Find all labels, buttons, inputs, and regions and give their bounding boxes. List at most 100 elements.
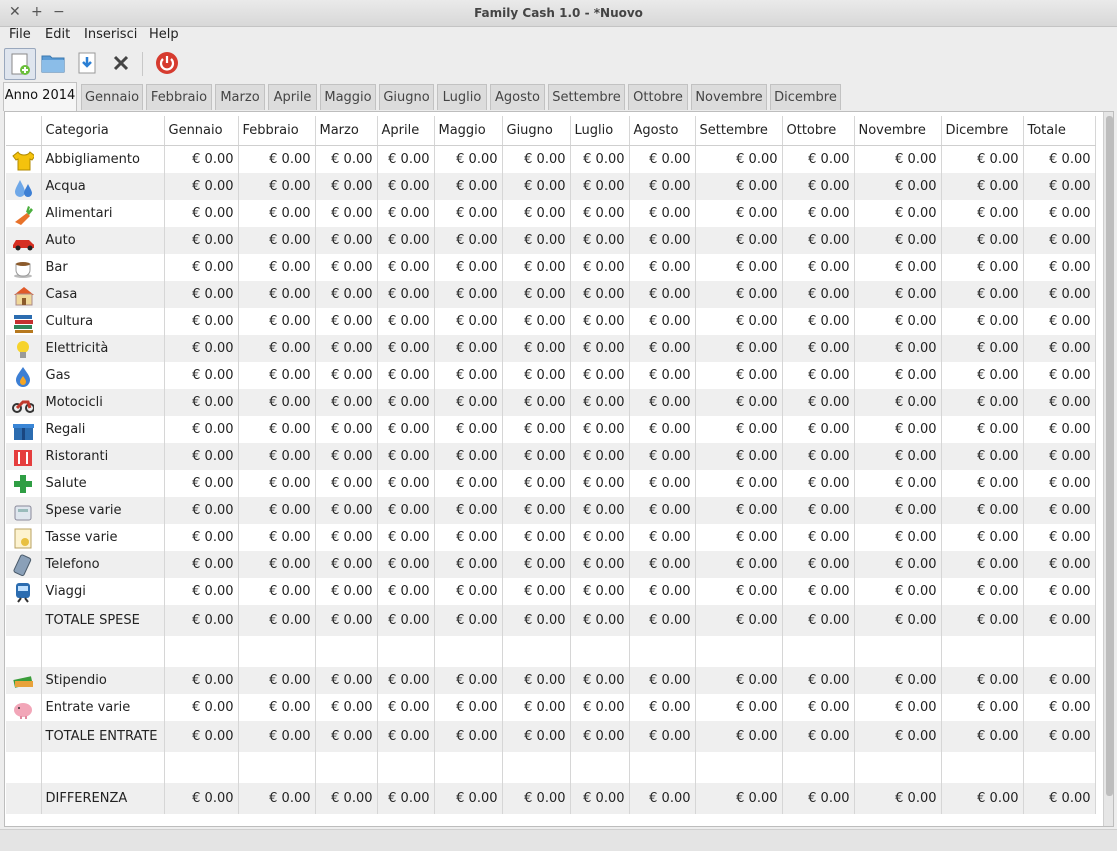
amount-cell[interactable]: € 0.00 xyxy=(570,145,630,173)
amount-cell[interactable]: € 0.00 xyxy=(854,281,942,308)
amount-cell[interactable]: € 0.00 xyxy=(695,721,783,752)
amount-cell[interactable]: € 0.00 xyxy=(238,524,316,551)
amount-cell[interactable]: € 0.00 xyxy=(782,497,855,524)
amount-cell[interactable]: € 0.00 xyxy=(164,227,239,254)
open-button[interactable] xyxy=(38,48,68,78)
amount-cell[interactable]: € 0.00 xyxy=(377,416,435,443)
menu-inserisci[interactable]: Inserisci xyxy=(84,27,137,42)
amount-cell[interactable]: € 0.00 xyxy=(570,389,630,416)
amount-cell[interactable]: € 0.00 xyxy=(502,200,571,227)
amount-cell[interactable]: € 0.00 xyxy=(629,145,696,173)
amount-cell[interactable]: € 0.00 xyxy=(629,667,696,694)
amount-cell[interactable]: € 0.00 xyxy=(695,227,783,254)
amount-cell[interactable]: € 0.00 xyxy=(164,281,239,308)
amount-cell[interactable]: € 0.00 xyxy=(238,497,316,524)
amount-cell[interactable]: € 0.00 xyxy=(377,227,435,254)
amount-cell[interactable]: € 0.00 xyxy=(782,335,855,362)
amount-cell[interactable]: € 0.00 xyxy=(695,362,783,389)
tab-dicembre[interactable]: Dicembre xyxy=(770,84,841,110)
amount-cell[interactable]: € 0.00 xyxy=(1023,335,1096,362)
amount-cell[interactable]: € 0.00 xyxy=(315,578,378,605)
amount-cell[interactable]: € 0.00 xyxy=(695,551,783,578)
amount-cell[interactable]: € 0.00 xyxy=(941,783,1024,814)
amount-cell[interactable]: € 0.00 xyxy=(629,308,696,335)
amount-cell[interactable]: € 0.00 xyxy=(695,470,783,497)
amount-cell[interactable]: € 0.00 xyxy=(570,443,630,470)
amount-cell[interactable]: € 0.00 xyxy=(854,173,942,200)
column-header[interactable]: Luglio xyxy=(570,116,630,146)
amount-cell[interactable]: € 0.00 xyxy=(1023,667,1096,694)
amount-cell[interactable]: € 0.00 xyxy=(502,524,571,551)
menu-help[interactable]: Help xyxy=(149,27,179,42)
amount-cell[interactable]: € 0.00 xyxy=(315,145,378,173)
amount-cell[interactable]: € 0.00 xyxy=(941,173,1024,200)
amount-cell[interactable]: € 0.00 xyxy=(1023,694,1096,721)
amount-cell[interactable]: € 0.00 xyxy=(315,308,378,335)
amount-cell[interactable]: € 0.00 xyxy=(782,694,855,721)
amount-cell[interactable]: € 0.00 xyxy=(854,416,942,443)
amount-cell[interactable]: € 0.00 xyxy=(941,497,1024,524)
amount-cell[interactable]: € 0.00 xyxy=(854,605,942,636)
amount-cell[interactable]: € 0.00 xyxy=(315,667,378,694)
amount-cell[interactable]: € 0.00 xyxy=(854,362,942,389)
amount-cell[interactable]: € 0.00 xyxy=(570,227,630,254)
table-row[interactable]: Stipendio € 0.00 € 0.00 € 0.00 € 0.00 € 0.00 €… xyxy=(6,667,1096,694)
amount-cell[interactable]: € 0.00 xyxy=(782,200,855,227)
amount-cell[interactable]: € 0.00 xyxy=(570,362,630,389)
amount-cell[interactable]: € 0.00 xyxy=(570,200,630,227)
table-row[interactable]: Entrate varie € 0.00 € 0.00 € 0.00 € 0.00 € 0… xyxy=(6,694,1096,721)
column-header[interactable]: Giugno xyxy=(502,116,571,146)
amount-cell[interactable]: € 0.00 xyxy=(629,783,696,814)
amount-cell[interactable]: € 0.00 xyxy=(941,721,1024,752)
amount-cell[interactable]: € 0.00 xyxy=(629,694,696,721)
amount-cell[interactable]: € 0.00 xyxy=(434,721,503,752)
amount-cell[interactable]: € 0.00 xyxy=(434,227,503,254)
amount-cell[interactable]: € 0.00 xyxy=(315,200,378,227)
amount-cell[interactable]: € 0.00 xyxy=(1023,605,1096,636)
table-row[interactable]: Acqua € 0.00 € 0.00 € 0.00 € 0.00 € 0.00 € 0.0… xyxy=(6,173,1096,200)
amount-cell[interactable]: € 0.00 xyxy=(941,416,1024,443)
amount-cell[interactable]: € 0.00 xyxy=(695,605,783,636)
amount-cell[interactable]: € 0.00 xyxy=(238,721,316,752)
amount-cell[interactable]: € 0.00 xyxy=(1023,389,1096,416)
amount-cell[interactable]: € 0.00 xyxy=(1023,254,1096,281)
amount-cell[interactable]: € 0.00 xyxy=(238,783,316,814)
amount-cell[interactable]: € 0.00 xyxy=(941,200,1024,227)
amount-cell[interactable]: € 0.00 xyxy=(941,308,1024,335)
amount-cell[interactable]: € 0.00 xyxy=(238,227,316,254)
amount-cell[interactable]: € 0.00 xyxy=(377,605,435,636)
amount-cell[interactable]: € 0.00 xyxy=(434,173,503,200)
amount-cell[interactable]: € 0.00 xyxy=(695,443,783,470)
amount-cell[interactable]: € 0.00 xyxy=(854,145,942,173)
amount-cell[interactable]: € 0.00 xyxy=(434,416,503,443)
column-header[interactable]: Marzo xyxy=(315,116,378,146)
amount-cell[interactable]: € 0.00 xyxy=(570,470,630,497)
amount-cell[interactable]: € 0.00 xyxy=(315,783,378,814)
amount-cell[interactable]: € 0.00 xyxy=(315,497,378,524)
table-row[interactable]: Bar € 0.00 € 0.00 € 0.00 € 0.00 € 0.00 € 0.00 €… xyxy=(6,254,1096,281)
differenza-row[interactable]: DIFFERENZA € 0.00 € 0.00 € 0.00 € 0.00 € 0.00… xyxy=(6,783,1096,814)
table-row[interactable]: Viaggi € 0.00 € 0.00 € 0.00 € 0.00 € 0.00 € 0.… xyxy=(6,578,1096,605)
table-row[interactable]: Spese varie € 0.00 € 0.00 € 0.00 € 0.00 € 0.0… xyxy=(6,497,1096,524)
amount-cell[interactable]: € 0.00 xyxy=(315,443,378,470)
tab-maggio[interactable]: Maggio xyxy=(320,84,376,110)
amount-cell[interactable]: € 0.00 xyxy=(434,200,503,227)
amount-cell[interactable]: € 0.00 xyxy=(434,524,503,551)
vertical-scrollbar[interactable] xyxy=(1103,112,1113,826)
amount-cell[interactable]: € 0.00 xyxy=(377,524,435,551)
amount-cell[interactable]: € 0.00 xyxy=(854,389,942,416)
tab-giugno[interactable]: Giugno xyxy=(379,84,434,110)
amount-cell[interactable]: € 0.00 xyxy=(1023,227,1096,254)
amount-cell[interactable]: € 0.00 xyxy=(854,551,942,578)
amount-cell[interactable]: € 0.00 xyxy=(695,254,783,281)
amount-cell[interactable]: € 0.00 xyxy=(695,524,783,551)
amount-cell[interactable]: € 0.00 xyxy=(570,783,630,814)
amount-cell[interactable]: € 0.00 xyxy=(164,497,239,524)
amount-cell[interactable]: € 0.00 xyxy=(695,145,783,173)
amount-cell[interactable]: € 0.00 xyxy=(434,694,503,721)
amount-cell[interactable]: € 0.00 xyxy=(315,362,378,389)
amount-cell[interactable]: € 0.00 xyxy=(377,362,435,389)
total-spese-row[interactable]: TOTALE SPESE € 0.00 € 0.00 € 0.00 € 0.00 € 0.… xyxy=(6,605,1096,636)
amount-cell[interactable]: € 0.00 xyxy=(377,254,435,281)
amount-cell[interactable]: € 0.00 xyxy=(238,362,316,389)
